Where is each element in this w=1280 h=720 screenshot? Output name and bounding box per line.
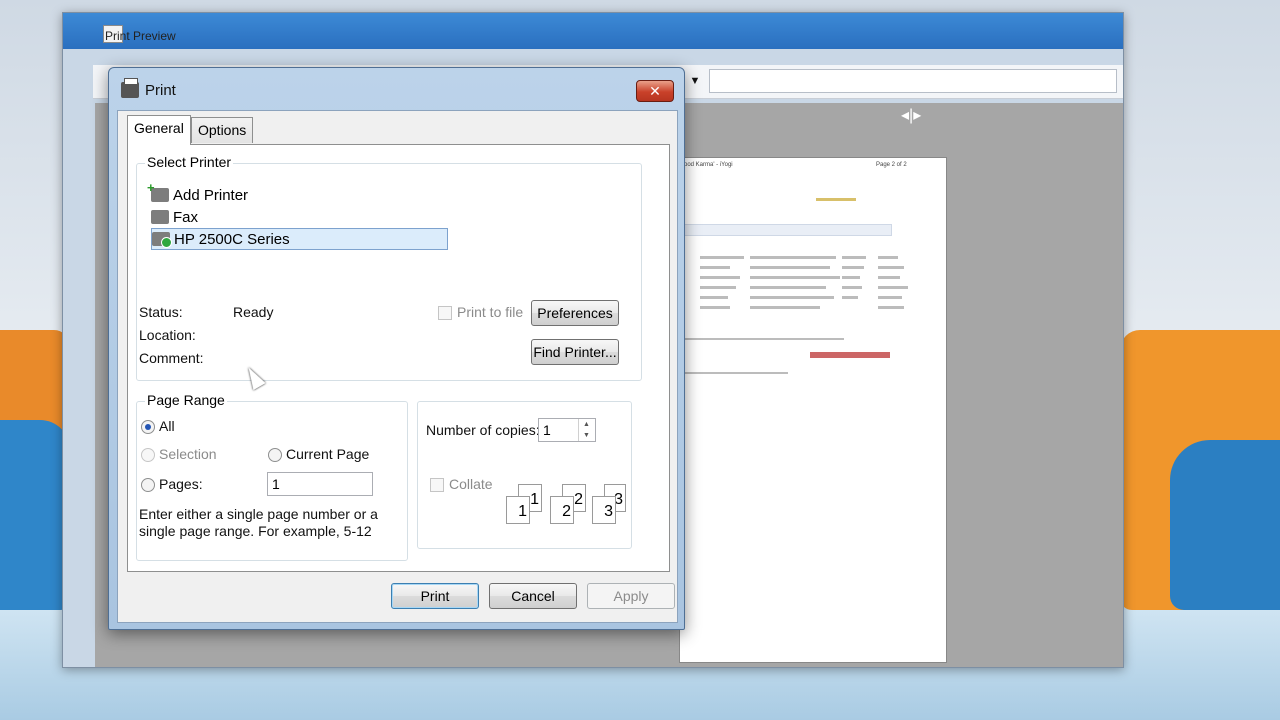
- number-of-copies-label: Number of copies:: [426, 422, 540, 438]
- page-header-left: ood Karma' - iYogi: [684, 162, 733, 168]
- select-printer-group: Select Printer Add Printer Fax HP 2500C …: [136, 154, 642, 381]
- page-text-line: [700, 256, 744, 259]
- print-dialog: Print ✕ General Options Select Printer A…: [108, 67, 685, 630]
- all-radio[interactable]: [141, 420, 155, 434]
- printer-item-hp-2500c[interactable]: HP 2500C Series: [151, 228, 448, 250]
- select-printer-label: Select Printer: [145, 154, 234, 170]
- collate-label: Collate: [449, 476, 493, 492]
- page-text-line: [750, 296, 834, 299]
- page-text-line: [842, 286, 862, 289]
- print-preview-title: Print Preview: [105, 29, 176, 43]
- pages-input[interactable]: 1: [267, 472, 373, 496]
- page-text-line: [878, 296, 902, 299]
- printer-name: Add Printer: [173, 186, 249, 204]
- page-range-hint: Enter either a single page number or a s…: [139, 506, 378, 539]
- printer-list: Add Printer Fax HP 2500C Series: [147, 180, 448, 274]
- dialog-title: Print: [145, 82, 176, 99]
- page-text-line: [750, 286, 826, 289]
- page-footer-text: [684, 372, 788, 374]
- printer-icon: [152, 232, 172, 248]
- print-button[interactable]: Print: [391, 583, 479, 609]
- printer-item-fax[interactable]: Fax: [151, 206, 198, 228]
- resize-horizontal-icon[interactable]: ◂|▸: [901, 105, 921, 125]
- cancel-button[interactable]: Cancel: [489, 583, 577, 609]
- spin-up-icon[interactable]: ▲: [579, 419, 594, 430]
- page-text-line: [700, 306, 730, 309]
- desktop-wallpaper-sofa-left-blue: [0, 420, 70, 610]
- page-text-line: [750, 266, 830, 269]
- page-text-line: [878, 266, 904, 269]
- page-text-line: [750, 256, 836, 259]
- page-logo: [816, 198, 856, 201]
- printer-item-add-printer[interactable]: Add Printer: [147, 180, 249, 206]
- page-header-right: Page 2 of 2: [876, 162, 907, 168]
- printer-icon: [121, 78, 139, 98]
- collate-checkbox[interactable]: [430, 478, 444, 492]
- comment-label: Comment:: [139, 350, 204, 366]
- print-to-file-checkbox[interactable]: [438, 306, 452, 320]
- status-label: Status:: [139, 304, 183, 320]
- copies-group: Number of copies: 1 ▲ ▼ Collate 1 1 2 2 …: [417, 401, 632, 549]
- page-text-line: [700, 286, 736, 289]
- tab-general[interactable]: General: [127, 115, 191, 145]
- collate-page-icon: 3: [592, 496, 616, 524]
- page-text-line: [842, 276, 860, 279]
- page-text-line: [750, 306, 820, 309]
- selection-label: Selection: [159, 446, 217, 462]
- desktop-wallpaper-sofa-right-blue: [1170, 440, 1280, 610]
- page-text-line: [700, 296, 728, 299]
- page-text-line: [878, 276, 900, 279]
- page-range-label: Page Range: [145, 392, 227, 408]
- page-nav-bar: [684, 224, 892, 236]
- all-label: All: [159, 418, 175, 434]
- page-text-line: [878, 306, 904, 309]
- collate-page-icon: 2: [550, 496, 574, 524]
- add-printer-icon: [147, 180, 169, 202]
- status-value: Ready: [233, 304, 274, 320]
- general-tab-page: Select Printer Add Printer Fax HP 2500C …: [127, 144, 670, 572]
- pages-radio[interactable]: [141, 478, 155, 492]
- close-button[interactable]: ✕: [636, 80, 674, 102]
- page-text-line: [878, 256, 898, 259]
- location-label: Location:: [139, 327, 196, 343]
- find-printer-button[interactable]: Find Printer...: [531, 339, 619, 365]
- collate-page-icon: 1: [506, 496, 530, 524]
- fax-icon: [151, 210, 169, 224]
- page-text-line: [700, 266, 730, 269]
- page-text-line: [842, 256, 866, 259]
- page-text-line: [842, 296, 858, 299]
- print-to-file-label: Print to file: [457, 304, 524, 320]
- page-text-line: [750, 276, 840, 279]
- current-page-radio[interactable]: [268, 448, 282, 462]
- page-footer-links: [684, 338, 844, 340]
- window-titlebar: [63, 13, 1123, 49]
- preview-page: ood Karma' - iYogi Page 2 of 2: [679, 157, 947, 663]
- copies-spinner[interactable]: ▲ ▼: [578, 419, 594, 441]
- toolbar-field[interactable]: [709, 69, 1117, 93]
- printer-name: Fax: [173, 208, 199, 226]
- printer-name: HP 2500C Series: [174, 230, 290, 248]
- pages-label: Pages:: [159, 476, 203, 492]
- page-text-line: [842, 266, 864, 269]
- page-footer-logos: [810, 352, 890, 358]
- tab-options[interactable]: Options: [191, 117, 254, 143]
- chevron-down-icon[interactable]: ▼: [683, 69, 707, 93]
- page-text-line: [878, 286, 908, 289]
- apply-button[interactable]: Apply: [587, 583, 675, 609]
- preferences-button[interactable]: Preferences: [531, 300, 619, 326]
- page-text-line: [700, 276, 740, 279]
- dialog-client-area: General Options Select Printer Add Print…: [117, 110, 678, 623]
- spin-down-icon[interactable]: ▼: [579, 430, 594, 441]
- selection-radio[interactable]: [141, 448, 155, 462]
- current-page-label: Current Page: [286, 446, 370, 462]
- page-range-group: Page Range All Selection Current Page Pa…: [136, 392, 408, 561]
